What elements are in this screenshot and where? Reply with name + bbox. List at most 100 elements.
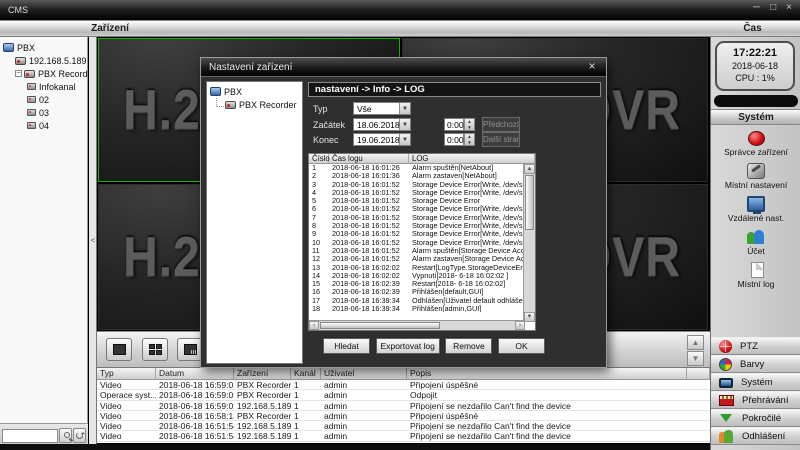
event-column-uzivatel[interactable]: Uživatel: [321, 368, 407, 379]
event-column-popis[interactable]: Popis: [407, 368, 687, 379]
scroll-right-icon[interactable]: ›: [515, 321, 525, 330]
collapse-icon[interactable]: −: [15, 70, 22, 77]
event-cell: 2018-06-18 16:51:54: [156, 421, 234, 430]
start-date-select[interactable]: 18.06.2018 ▼: [353, 118, 411, 131]
dialog-close-button[interactable]: ×: [585, 59, 599, 73]
tree-item-192-168-5-189[interactable]: 192.168.5.189: [0, 54, 87, 67]
tree-item-pbx-recorder[interactable]: −PBX Recorder: [0, 67, 87, 80]
table-row[interactable]: Video2018-06-18 16:59:02PBX Recorder1adm…: [97, 380, 710, 390]
spravce-zarizeni-button[interactable]: Správce zařízení: [711, 127, 800, 160]
dialog-tree-child[interactable]: PBX Recorder: [207, 98, 302, 111]
barvy-button[interactable]: Barvy: [711, 355, 800, 373]
scroll-down-icon[interactable]: ▼: [524, 312, 535, 322]
refresh-button[interactable]: [73, 428, 86, 443]
search-button[interactable]: [59, 428, 72, 443]
log-row[interactable]: 122018-06-18 16:01:52Alarm zastaven[Stor…: [309, 255, 535, 263]
end-date-select[interactable]: 19.06.2018 ▼: [353, 133, 411, 146]
search-input[interactable]: [2, 429, 58, 443]
log-row[interactable]: 32018-06-18 16:01:52Storage Device Error…: [309, 181, 535, 189]
log-row[interactable]: 172018-06-18 16:39:34Odhlášen[Uživatel d…: [309, 297, 535, 305]
tree-item-04[interactable]: 04: [0, 119, 87, 132]
exportovat-log-button[interactable]: Exportovat log: [376, 338, 440, 354]
log-column-cas-logu[interactable]: Čas logu: [329, 154, 409, 163]
tree-item-infokanal[interactable]: Infokanal: [0, 80, 87, 93]
log-row[interactable]: 72018-06-18 16:01:52Storage Device Error…: [309, 214, 535, 222]
spinner-down-icon[interactable]: ▼: [465, 125, 474, 131]
table-row[interactable]: Video2018-06-18 16:59:02192.168.5.1891ad…: [97, 401, 710, 411]
event-cell: admin: [321, 411, 407, 420]
minimize-button[interactable]: ─: [753, 2, 760, 13]
start-time-spinner[interactable]: ▲▼: [464, 118, 475, 131]
odhlaseni-button[interactable]: Odhlášení: [711, 427, 800, 445]
ptz-button[interactable]: PTZ: [711, 337, 800, 355]
panel-scroll-up-button[interactable]: ▲: [687, 335, 704, 350]
event-column-zarizeni[interactable]: Zařízení: [234, 368, 291, 379]
tree-item-02[interactable]: 02: [0, 93, 87, 106]
chevron-down-icon[interactable]: ▼: [399, 134, 410, 145]
maximize-button[interactable]: □: [770, 2, 776, 13]
dialog-tree-root[interactable]: PBX: [207, 85, 302, 98]
layout-quad-button[interactable]: [142, 338, 168, 361]
log-row[interactable]: 162018-06-18 16:02:39Přihlášen[default,G…: [309, 288, 535, 296]
dialog-titlebar[interactable]: Nastavení zařízení ×: [201, 58, 606, 77]
prev-page-button[interactable]: Předchozí stran: [482, 117, 520, 132]
close-button[interactable]: ×: [786, 2, 792, 13]
log-column-log[interactable]: LOG: [409, 154, 535, 163]
log-row[interactable]: 82018-06-18 16:01:52Storage Device Error…: [309, 222, 535, 230]
spinner-down-icon[interactable]: ▼: [465, 140, 474, 146]
table-row[interactable]: Video2018-06-18 16:58:13PBX Recorder1adm…: [97, 411, 710, 421]
log-vertical-scrollbar[interactable]: ▲ ▼: [523, 164, 535, 322]
next-page-button[interactable]: Další strana: [482, 132, 520, 147]
log-row[interactable]: 152018-06-18 16:02:39Restart[2018- 6-18 …: [309, 280, 535, 288]
log-row[interactable]: 92018-06-18 16:01:52Storage Device Error…: [309, 230, 535, 238]
log-row[interactable]: 62018-06-18 16:01:52Storage Device Error…: [309, 205, 535, 213]
end-time-spinner[interactable]: ▲▼: [464, 133, 475, 146]
chevron-down-icon[interactable]: ▼: [399, 103, 410, 114]
event-column-typ[interactable]: Typ: [97, 368, 156, 379]
scroll-left-icon[interactable]: ‹: [309, 321, 319, 330]
log-horizontal-scrollbar[interactable]: ‹ ›: [309, 320, 525, 330]
hscroll-thumb[interactable]: [320, 322, 440, 329]
hledat-button[interactable]: Hledat: [323, 338, 370, 354]
chevron-down-icon[interactable]: ▼: [399, 119, 410, 130]
ok-button[interactable]: OK: [498, 338, 545, 354]
collapse-panel-handle[interactable]: <: [89, 233, 97, 249]
mistni-log-button[interactable]: Místní log: [711, 259, 800, 292]
panel-scroll-down-button[interactable]: ▼: [687, 351, 704, 366]
log-row[interactable]: 112018-06-18 16:01:52Alarm spuštěn[Stora…: [309, 247, 535, 255]
log-row[interactable]: 42018-06-18 16:01:52Storage Device Error…: [309, 189, 535, 197]
log-row[interactable]: 22018-06-18 16:01:36Alarm zastaven[NetAb…: [309, 172, 535, 180]
tree-item-pbx[interactable]: PBX: [0, 41, 87, 54]
event-cell: Připojení úspěšné: [407, 411, 687, 420]
prehravani-button[interactable]: Přehrávání: [711, 391, 800, 409]
table-row[interactable]: Operace syst...2018-06-18 16:59:02PBX Re…: [97, 390, 710, 400]
layout-single-button[interactable]: [106, 338, 132, 361]
log-row[interactable]: 182018-06-18 16:39:34Přihlášen[admin,GUI…: [309, 305, 535, 312]
ucet-button[interactable]: Účet: [711, 226, 800, 259]
end-time-input[interactable]: 0:00:00: [444, 133, 464, 146]
table-row[interactable]: Video2018-06-18 16:51:54192.168.5.1891ad…: [97, 421, 710, 431]
log-cell: 17: [309, 297, 329, 305]
tree-item-03[interactable]: 03: [0, 106, 87, 119]
dialog-title: Nastavení zařízení: [209, 62, 292, 73]
log-column-cislo[interactable]: Číslo: [309, 154, 329, 163]
scroll-up-icon[interactable]: ▲: [524, 164, 535, 174]
table-row[interactable]: Video2018-06-18 16:51:54192.168.5.1891ad…: [97, 431, 710, 441]
event-column-datum[interactable]: Datum: [156, 368, 234, 379]
window-titlebar[interactable]: CMS: [0, 0, 800, 20]
action-button-label: Barvy: [740, 359, 764, 370]
event-column-kanal[interactable]: Kanál: [291, 368, 321, 379]
log-row[interactable]: 142018-06-18 16:02:02Vypnutí[2018- 6-18 …: [309, 272, 535, 280]
log-row[interactable]: 52018-06-18 16:01:52Storage Device Error: [309, 197, 535, 205]
start-time-input[interactable]: 0:00:00: [444, 118, 464, 131]
vscroll-thumb[interactable]: [525, 175, 534, 230]
mistni-nastaveni-button[interactable]: Místní nastavení: [711, 160, 800, 193]
type-select[interactable]: Vše ▼: [353, 102, 411, 115]
system-button[interactable]: Systém: [711, 373, 800, 391]
remove-button[interactable]: Remove: [445, 338, 492, 354]
vzdalene-nast-button[interactable]: Vzdálené nast.: [711, 193, 800, 226]
log-row[interactable]: 132018-06-18 16:02:02Restart[LogType.Sto…: [309, 264, 535, 272]
log-row[interactable]: 102018-06-18 16:01:52Storage Device Erro…: [309, 239, 535, 247]
pokrocile-button[interactable]: Pokročilé: [711, 409, 800, 427]
log-row[interactable]: 12018-06-18 16:01:26Alarm spuštěn[NetAbo…: [309, 164, 535, 172]
